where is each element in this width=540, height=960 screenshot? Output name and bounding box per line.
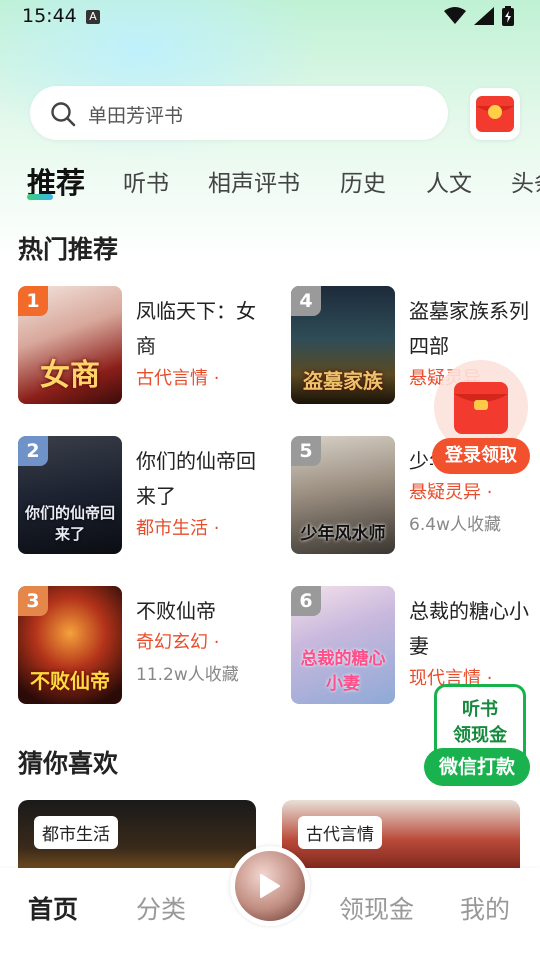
listen-cash-line1: 听书: [462, 699, 498, 720]
nav-home[interactable]: 首页: [28, 890, 78, 926]
login-reward-label: 登录领取: [432, 438, 530, 474]
rank-badge: 6: [291, 586, 321, 616]
book-favorites: 11.2w人收藏: [136, 665, 239, 685]
listen-cash-line2: 领现金: [453, 725, 507, 746]
book-genre: 都市生活 ·: [136, 518, 220, 539]
rank-badge: 5: [291, 436, 321, 466]
signal-icon: [474, 7, 494, 25]
book-favorites: 6.4w人收藏: [409, 515, 501, 535]
guess-tag: 都市生活: [34, 816, 118, 849]
rank-badge: 4: [291, 286, 321, 316]
tab-humanities[interactable]: 人文: [426, 164, 472, 198]
battery-icon: [502, 6, 514, 26]
cover-title: 你们的仙帝回来了: [24, 504, 115, 543]
wifi-icon: [444, 7, 466, 24]
red-packet-icon: [476, 96, 514, 132]
tab-audiobook[interactable]: 听书: [123, 164, 169, 198]
status-icons: [444, 6, 514, 26]
nav-mine[interactable]: 我的: [460, 890, 510, 926]
notification-icon: A: [86, 10, 100, 24]
book-item[interactable]: 你们的仙帝回来了 2 你们的仙帝回来了 都市生活 ·: [18, 436, 258, 556]
listen-cash-float[interactable]: 听书 领现金 微信打款: [424, 684, 532, 790]
book-title: 总裁的糖心小妻: [409, 599, 529, 658]
cover-title: 盗墓家族: [303, 369, 383, 393]
tab-history[interactable]: 历史: [340, 164, 386, 198]
book-genre: 悬疑灵异 ·: [409, 482, 493, 503]
book-genre: 奇幻玄幻 ·: [136, 632, 220, 653]
book-item[interactable]: 不败仙帝 3 不败仙帝 奇幻玄幻 · 11.2w人收藏: [18, 586, 258, 706]
nav-earn-cash[interactable]: 领现金: [339, 890, 414, 926]
cover-title: 不败仙帝: [30, 669, 110, 693]
rank-badge: 1: [18, 286, 48, 316]
login-reward-float[interactable]: 登录领取: [432, 360, 530, 475]
red-envelope-icon: [454, 382, 508, 434]
tab-crosstalk[interactable]: 相声评书: [208, 164, 300, 198]
guess-tag: 古代言情: [298, 816, 382, 849]
rank-badge: 3: [18, 586, 48, 616]
guess-section-title: 猜你喜欢: [18, 749, 119, 778]
book-item[interactable]: 女商 1 凤临天下：女商 古代言情 ·: [18, 286, 258, 406]
cover-title: 总裁的糖心小妻: [300, 649, 386, 694]
search-placeholder: 单田芳评书: [88, 105, 184, 127]
cover-title: 少年风水师: [300, 524, 386, 544]
play-icon: [260, 874, 280, 898]
now-playing-cover: [235, 851, 305, 921]
now-playing-button[interactable]: [230, 846, 310, 926]
active-tab-indicator: [27, 194, 53, 200]
category-tabs: 推荐 听书 相声评书 历史 人文 头条: [0, 160, 540, 204]
book-title: 盗墓家族系列四部: [409, 299, 529, 358]
book-genre: 古代言情 ·: [136, 368, 220, 389]
hot-section-title: 热门推荐: [18, 235, 119, 264]
tab-headlines[interactable]: 头条: [511, 164, 540, 198]
nav-category[interactable]: 分类: [136, 890, 186, 926]
status-bar: 15:44 A: [0, 0, 540, 34]
wechat-payout-button[interactable]: 微信打款: [424, 748, 530, 786]
cover-title: 女商: [40, 358, 100, 393]
bottom-navigation: 首页 分类 领现金 我的: [0, 846, 540, 960]
status-time: 15:44: [22, 5, 77, 27]
book-title: 凤临天下：女商: [136, 299, 256, 358]
search-icon: [51, 102, 76, 127]
book-title: 你们的仙帝回来了: [136, 449, 256, 508]
book-title: 不败仙帝: [136, 599, 216, 623]
red-packet-button[interactable]: [470, 88, 520, 140]
search-input[interactable]: 单田芳评书: [30, 86, 448, 140]
rank-badge: 2: [18, 436, 48, 466]
book-title: 少年风水师: [409, 449, 433, 473]
